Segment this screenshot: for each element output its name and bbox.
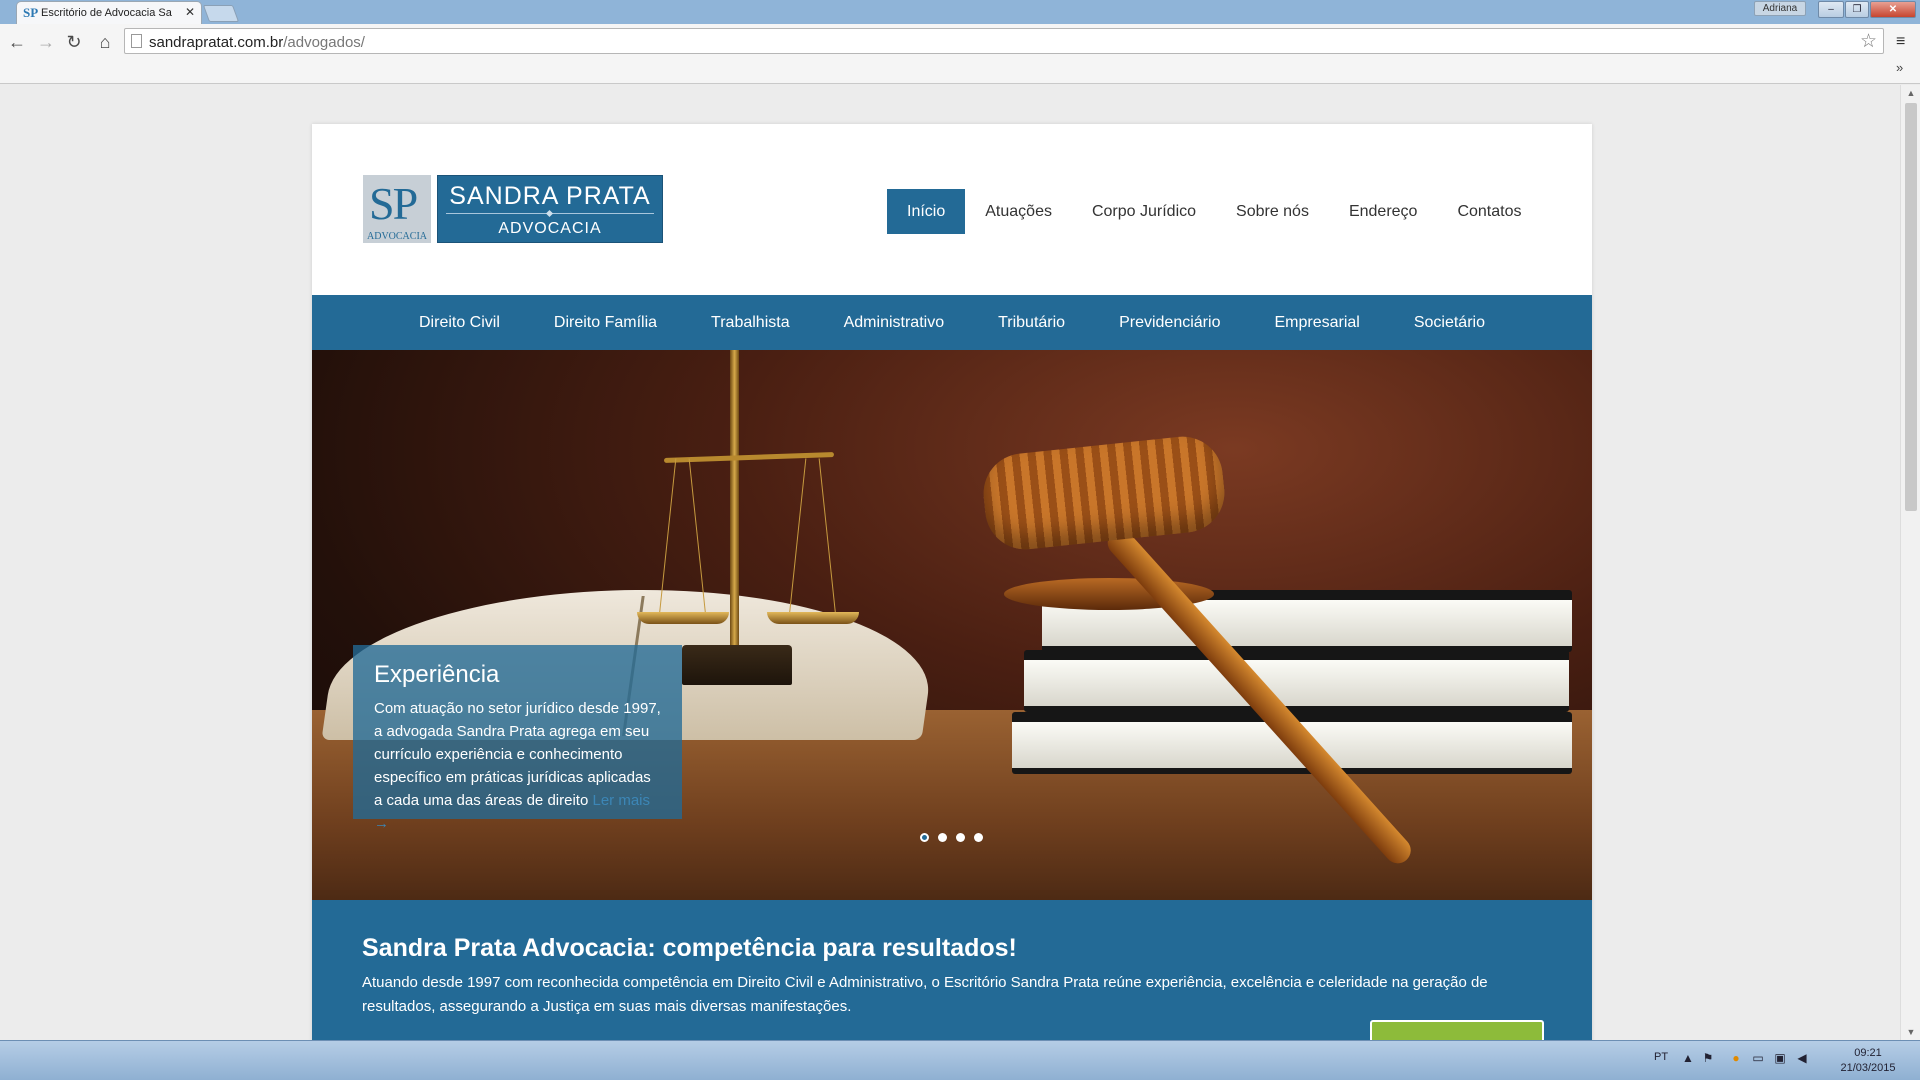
page-viewport: SP ADVOCACIA SANDRA PRATA ADVOCACIA Iníc… [0,85,1900,1040]
browser-toolbar: ← → ↻ ⌂ sandrapratat.com.br/advogados/ ☆ [0,24,1920,84]
back-icon[interactable]: ← [6,31,28,53]
page-icon [131,34,142,48]
practice-societario[interactable]: Societário [1387,295,1512,350]
url-text[interactable]: sandrapratat.com.br/advogados/ [149,34,365,51]
home-icon[interactable]: ⌂ [94,31,116,53]
profile-button[interactable]: Adriana [1754,1,1806,16]
minimize-button[interactable]: – [1818,1,1844,18]
nav-atuacoes[interactable]: Atuações [965,189,1072,234]
slider-dot-4[interactable] [974,833,983,842]
slide-title: Experiência [374,661,500,688]
nav-inicio[interactable]: Início [887,189,966,234]
nav-sobre-nos[interactable]: Sobre nós [1216,189,1329,234]
practice-areas-nav: Direito Civil Direito Família Trabalhist… [312,295,1592,350]
network-icon[interactable]: ▣ [1772,1050,1788,1066]
slider-dot-3[interactable] [956,833,965,842]
volume-icon[interactable]: ◀ [1794,1050,1810,1066]
reload-icon[interactable]: ↻ [63,31,85,53]
practice-direito-familia[interactable]: Direito Família [527,295,684,350]
close-tab-icon[interactable]: ✕ [185,5,195,19]
hero-slider[interactable]: Experiência Com atuação no setor jurídic… [312,350,1592,900]
site-container: SP ADVOCACIA SANDRA PRATA ADVOCACIA Iníc… [312,124,1592,1040]
scroll-up-icon[interactable]: ▲ [1901,85,1920,101]
cta-button[interactable] [1370,1020,1544,1040]
practice-previdenciario[interactable]: Previdenciário [1092,295,1247,350]
address-bar[interactable]: sandrapratat.com.br/advogados/ ☆ [124,28,1884,54]
favicon-icon: SP [23,5,39,20]
avast-icon[interactable]: ● [1728,1050,1744,1066]
slide-text: Com atuação no setor jurídico desde 1997… [374,700,661,832]
slider-pagination [920,833,992,842]
scroll-down-icon[interactable]: ▼ [1901,1024,1920,1040]
practice-trabalhista[interactable]: Trabalhista [684,295,817,350]
nav-endereco[interactable]: Endereço [1329,189,1438,234]
close-window-button[interactable]: ✕ [1870,1,1916,18]
practice-tributario[interactable]: Tributário [971,295,1092,350]
main-nav: Início Atuações Corpo Jurídico Sobre nós… [887,189,1542,234]
intro-band: Sandra Prata Advocacia: competência para… [312,900,1592,1040]
practice-administrativo[interactable]: Administrativo [817,295,971,350]
language-indicator[interactable]: PT [1654,1051,1668,1063]
menu-icon[interactable]: ≡ [1896,33,1905,51]
title-bar: SP Escritório de Advocacia Sa ✕ Adriana … [0,0,1920,25]
maximize-button[interactable]: ❐ [1845,1,1869,18]
bookmarks-overflow-icon[interactable]: » [1896,60,1903,75]
practice-empresarial[interactable]: Empresarial [1247,295,1386,350]
tab-title: Escritório de Advocacia Sa [41,7,172,19]
new-tab-button[interactable] [202,5,240,22]
slider-dot-1[interactable] [920,833,929,842]
intro-title: Sandra Prata Advocacia: competência para… [362,934,1017,962]
bookmark-star-icon[interactable]: ☆ [1860,30,1877,53]
logo-wordmark: SANDRA PRATA ADVOCACIA [437,175,663,243]
windows-taskbar: PT ▲ ⚑ ● ▭ ▣ ◀ 09:21 21/03/2015 [0,1040,1920,1080]
slider-dot-2[interactable] [938,833,947,842]
logo-mark: SP ADVOCACIA [363,175,431,243]
forward-icon[interactable]: → [35,31,57,53]
nav-contatos[interactable]: Contatos [1437,189,1541,234]
slide-caption: Experiência Com atuação no setor jurídic… [353,645,682,832]
scrollbar-thumb[interactable] [1905,103,1917,511]
site-logo[interactable]: SP ADVOCACIA SANDRA PRATA ADVOCACIA [363,175,663,243]
nav-corpo-juridico[interactable]: Corpo Jurídico [1072,189,1216,234]
system-clock[interactable]: 09:21 21/03/2015 [1828,1046,1908,1076]
page-scrollbar[interactable]: ▲ ▼ [1900,85,1920,1040]
action-center-flag-icon[interactable]: ⚑ [1700,1050,1716,1066]
show-hidden-icons-icon[interactable]: ▲ [1680,1050,1696,1066]
browser-tab[interactable]: SP Escritório de Advocacia Sa ✕ [16,1,202,25]
tray-app-icon[interactable]: ▭ [1750,1050,1766,1066]
practice-direito-civil[interactable]: Direito Civil [392,295,527,350]
intro-text: Atuando desde 1997 com reconhecida compe… [362,974,1488,1015]
